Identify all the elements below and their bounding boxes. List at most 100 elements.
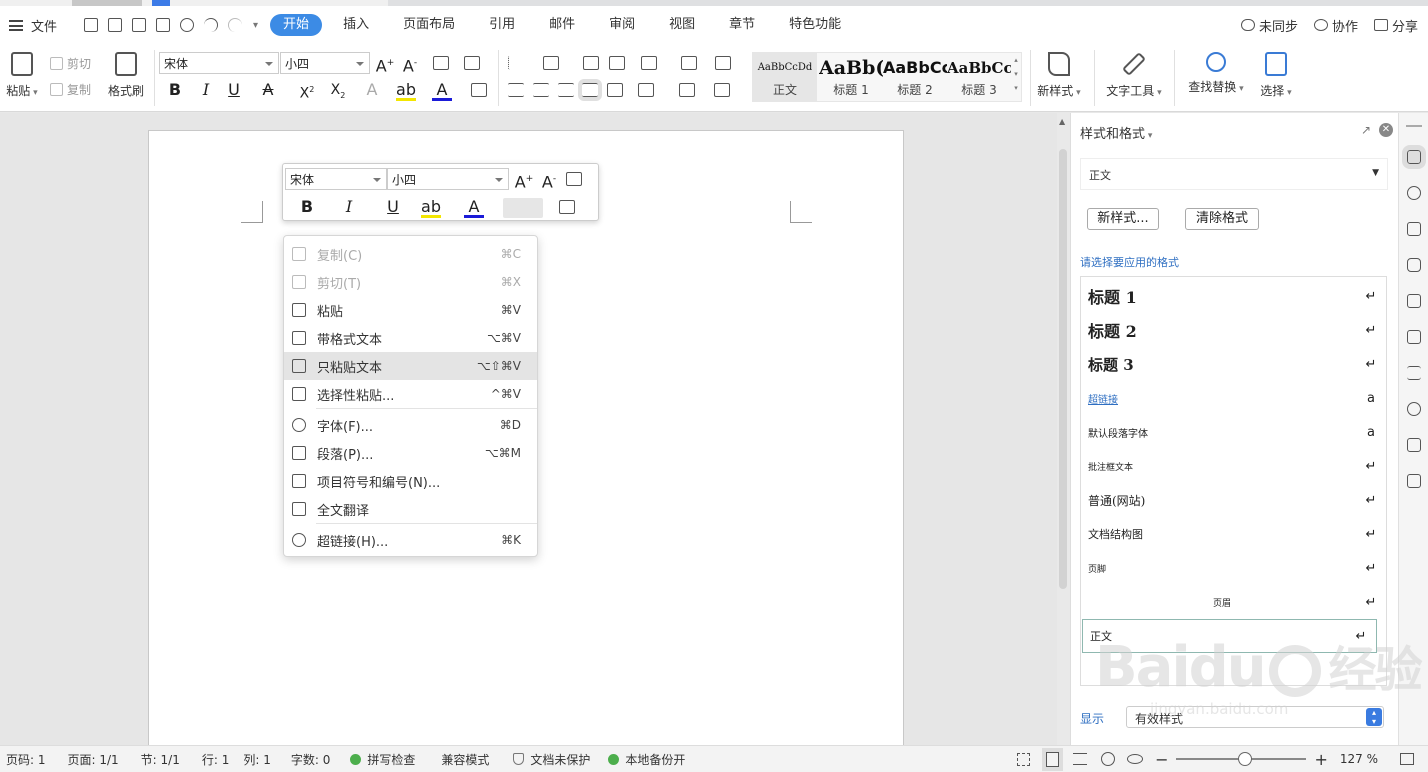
grow-font-icon[interactable]: A+ [375,52,395,75]
justify-icon[interactable] [578,79,602,101]
tab-6[interactable]: 视图 [656,14,708,36]
pdf-icon[interactable] [132,18,147,32]
mini-font-color-icon[interactable]: A [464,196,484,218]
font-effect-icon[interactable] [1407,222,1421,236]
tab-4[interactable]: 邮件 [536,14,588,36]
strikethrough-icon[interactable]: A [258,79,278,101]
undo-icon[interactable] [204,18,219,32]
style-heading-1[interactable]: AaBb(标题 1 [819,53,883,101]
new-style-button[interactable]: 新样式 ▾ [1034,52,1084,99]
style-list-item[interactable]: 标题 2 ↵ [1081,313,1386,347]
share-button[interactable]: 分享 [1373,16,1418,35]
style-list-item[interactable]: 页眉 ↵ [1081,585,1386,619]
image-text-icon[interactable] [1407,438,1421,452]
web-view-icon[interactable] [1101,752,1116,766]
subscript-icon[interactable]: X2 [328,79,348,101]
mini-font-select[interactable]: 宋体 [285,168,387,190]
mini-size-select[interactable]: 小四 [387,168,509,190]
underline-icon[interactable]: U [224,79,244,101]
cut-button[interactable]: 剪切 [50,55,91,72]
tab-0[interactable]: 开始 [270,14,323,36]
tab-7[interactable]: 章节 [716,14,768,36]
context-item-4[interactable]: 只粘贴文本 ⌥⇧⌘V [284,352,537,380]
context-item-5[interactable]: 选择性粘贴... ^⌘V [284,380,537,408]
zoom-out-button[interactable]: − [1155,750,1168,769]
sliders-icon[interactable] [1407,366,1421,380]
shading-icon[interactable] [679,83,695,97]
line-spacing-icon[interactable] [638,83,654,97]
outline-view-icon[interactable] [1073,753,1088,765]
style-list-item[interactable]: 默认段落字体 a [1081,415,1386,449]
style-heading-3[interactable]: AaBbCc 标题 3 [947,53,1011,101]
paste-button[interactable]: 粘贴 ▾ [4,52,40,99]
format-painter-button[interactable]: 格式刷 [106,52,146,99]
numbering-icon[interactable] [543,56,559,70]
mini-highlight-icon[interactable]: ab [421,196,441,218]
cube-icon[interactable] [1407,258,1421,272]
context-item-0[interactable]: 复制(C) ⌘C [284,240,537,268]
borders-icon[interactable] [714,83,730,97]
find-replace-button[interactable]: 查找替换 ▾ [1184,52,1248,95]
sort-icon[interactable] [681,56,697,70]
pointer-icon[interactable] [1407,294,1421,308]
gallery-scroll-icon[interactable]: ▴ ▾ ▾ [1011,53,1021,101]
font-color-icon[interactable]: A [432,79,452,101]
decrease-indent-icon[interactable] [583,56,599,70]
redo-icon[interactable] [228,18,243,32]
style-list-item[interactable]: 标题 3 ↵ [1081,347,1386,381]
fullscreen-icon[interactable] [1017,752,1031,766]
styles-pen-icon[interactable] [1402,145,1426,169]
save-icon[interactable] [108,18,123,32]
lock-icon[interactable] [1407,330,1421,344]
menu-icon[interactable] [9,19,23,31]
zoom-slider[interactable] [1176,752,1307,766]
sync-button[interactable]: 未同步 [1240,16,1298,35]
fit-window-icon[interactable] [1400,753,1414,765]
phonetic-icon[interactable] [464,56,480,70]
style-list-item[interactable]: 页脚 ↵ [1081,551,1386,585]
scroll-thumb[interactable] [1059,149,1067,589]
char-border-icon[interactable] [471,83,487,97]
mini-bold-icon[interactable]: B [297,196,317,218]
style-list-item[interactable]: 标题 1 ↵ [1081,279,1386,313]
mini-line-spacing-icon[interactable] [566,172,582,186]
mini-format-painter-icon[interactable] [559,200,575,214]
gallery-icon[interactable] [1407,474,1421,488]
tab-5[interactable]: 审阅 [596,14,648,36]
style-normal[interactable]: AaBbCcDd 正文 [753,53,817,101]
vertical-scrollbar[interactable]: ▲ [1057,113,1070,745]
align-center-icon[interactable] [533,83,549,97]
context-item-10[interactable]: 超链接(H)... ⌘K [284,526,537,554]
clear-format-btn[interactable]: 清除格式 [1185,208,1259,230]
context-item-7[interactable]: 段落(P)... ⌥⌘M [284,439,537,467]
style-list-item[interactable]: 批注框文本 ↵ [1081,449,1386,483]
show-marks-icon[interactable] [715,56,731,70]
page-view-icon[interactable] [1042,747,1064,771]
tab-2[interactable]: 页面布局 [390,14,468,36]
panel-popout-icon[interactable]: ↗ [1361,123,1371,137]
mini-shrink-font-icon[interactable]: A- [539,168,559,191]
text-tools-button[interactable]: 文字工具 ▾ [1102,51,1166,99]
file-menu[interactable]: 文件 [31,16,57,35]
highlight-icon[interactable]: ab [396,79,416,101]
align-left-icon[interactable] [508,83,524,97]
font-family-select[interactable]: 宋体 [159,52,279,74]
context-item-8[interactable]: 项目符号和编号(N)... [284,467,537,495]
mini-grow-font-icon[interactable]: A+ [514,168,534,191]
tab-8[interactable]: 特色功能 [776,14,854,36]
increase-indent-icon[interactable] [609,56,625,70]
new-style-btn[interactable]: 新样式... [1087,208,1159,230]
select-button[interactable]: 选择 ▾ [1256,52,1296,99]
font-size-select[interactable]: 小四 [280,52,370,74]
print-icon[interactable] [156,18,171,32]
zoom-level[interactable]: 127 % [1340,752,1378,766]
shapes-icon[interactable] [1407,186,1421,200]
eraser-icon[interactable] [433,56,449,70]
shrink-font-icon[interactable]: A- [400,52,420,75]
style-list-item[interactable]: 超链接 a [1081,381,1386,415]
current-style-select[interactable]: 正文 ▼ [1080,158,1388,190]
backup-status[interactable]: 本地备份开 [608,751,685,768]
tab-3[interactable]: 引用 [476,14,528,36]
context-item-2[interactable]: 粘贴 ⌘V [284,296,537,324]
align-right-icon[interactable] [558,83,574,97]
